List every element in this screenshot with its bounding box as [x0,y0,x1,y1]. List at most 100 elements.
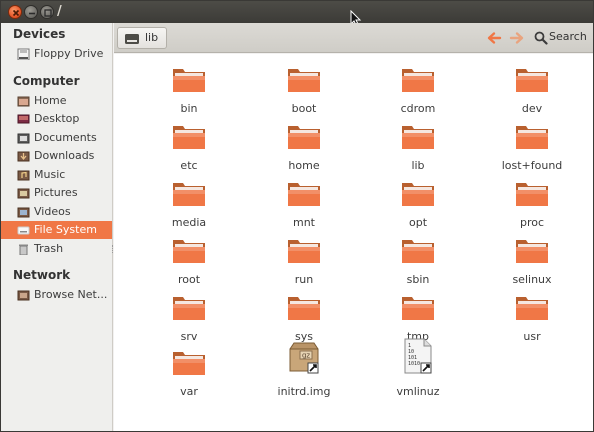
sidebar-item-desktop[interactable]: Desktop [1,110,112,128]
item-label: opt [408,216,428,229]
sidebar-item-documents[interactable]: Documents [1,129,112,147]
sidebar-item-label: Browse Net... [34,288,108,301]
close-icon [12,9,20,17]
downloads-icon [17,151,30,162]
folder-icon [139,345,239,377]
sidebar-item-label: Desktop [34,112,80,125]
item-label: media [171,216,207,229]
item-label: dev [521,102,543,115]
sidebar-item-label: Floppy Drive [34,47,104,60]
folder-icon [368,233,468,265]
search-icon [534,31,548,45]
folder-icon [482,233,582,265]
folder-icon [254,290,354,322]
item-label: var [180,385,198,398]
sidebar-item-trash[interactable]: Trash [1,240,112,258]
folder-item-lost-found[interactable]: lost+found [482,119,582,175]
folder-item-bin[interactable]: bin [139,62,239,118]
floppy-icon [17,48,30,60]
sidebar-item-label: Home [34,93,67,107]
item-label: lib [411,159,425,172]
folder-item-srv[interactable]: srv [139,290,239,346]
file-manager-window: / Devices Floppy Drive Computer Home Desktop… [0,0,594,432]
sidebar-item-downloads[interactable]: Downloads [1,147,112,165]
folder-icon [482,290,582,322]
minimize-icon [29,12,35,15]
folder-icon [482,119,582,151]
trash-icon [19,244,28,255]
binary-symlink-icon: 1 10 101 1010 [368,337,468,375]
folder-item-lib[interactable]: lib [368,119,468,175]
drive-icon [17,226,30,235]
file-item-initrd-img[interactable]: gz initrd.img [254,342,354,401]
sidebar-item-label: Trash [34,241,64,255]
back-arrow-icon[interactable] [486,30,502,46]
folder-item-home[interactable]: home [254,119,354,175]
folder-icon [482,62,582,94]
folder-item-boot[interactable]: boot [254,62,354,118]
sidebar-section-devices-heading: Devices [13,27,66,41]
folder-icon [254,62,354,94]
breadcrumb-lib-button[interactable]: lib [117,27,167,49]
sidebar-item-browse-net[interactable]: Browse Net... [1,286,112,304]
sidebar-item-floppy-drive[interactable]: Floppy Drive [1,45,112,63]
sidebar-item-label: Downloads [34,149,95,162]
folder-item-sbin[interactable]: sbin [368,233,468,289]
folder-icon [139,119,239,151]
title-bar[interactable]: / [1,1,593,23]
maximize-icon [44,9,52,17]
item-label: root [177,273,201,286]
close-window-button[interactable] [8,5,22,19]
folder-item-dev[interactable]: dev [482,62,582,118]
archive-symlink-icon: gz [254,339,354,375]
folder-item-sys[interactable]: sys [254,290,354,346]
folder-icon [368,119,468,151]
minimize-window-button[interactable] [24,5,38,19]
folder-item-selinux[interactable]: selinux [482,233,582,289]
sidebar-item-label: Music [34,167,66,181]
sidebar-item-label: Documents [34,130,97,144]
folder-icon [368,176,468,208]
item-label: srv [180,330,198,343]
documents-icon [17,133,30,143]
folder-item-usr[interactable]: usr [482,290,582,346]
folder-item-var[interactable]: var [139,345,239,401]
sidebar-item-label: Pictures [34,186,78,199]
desktop-icon [17,114,30,124]
folder-item-run[interactable]: run [254,233,354,289]
folder-item-cdrom[interactable]: cdrom [368,62,468,118]
sidebar-item-videos[interactable]: Videos [1,203,112,221]
sidebar-section-computer-heading: Computer [13,73,80,88]
item-label: initrd.img [277,385,331,398]
sidebar-item-music[interactable]: Music [1,166,112,184]
videos-icon [17,207,30,217]
sidebar-item-home[interactable]: Home [1,92,112,110]
folder-icon [139,176,239,208]
breadcrumb-label: lib [145,31,159,44]
maximize-window-button[interactable] [40,5,54,19]
folder-icon [254,119,354,151]
toolbar: lib Search [114,23,593,53]
folder-icon [368,290,468,322]
item-label: proc [519,216,545,229]
item-label: run [294,273,314,286]
home-folder-icon [17,96,30,106]
folder-item-mnt[interactable]: mnt [254,176,354,232]
item-label: bin [180,102,198,115]
search-button[interactable]: Search [532,29,590,47]
sidebar-item-file-system[interactable]: File System [1,221,112,239]
item-label: sbin [406,273,430,286]
forward-arrow-icon[interactable] [509,30,525,46]
folder-icon [254,233,354,265]
folder-item-proc[interactable]: proc [482,176,582,232]
file-item-vmlinuz[interactable]: 1 10 101 1010 vmlinuz [368,338,468,401]
folder-item-media[interactable]: media [139,176,239,232]
folder-item-opt[interactable]: opt [368,176,468,232]
folder-icon [139,62,239,94]
sidebar-item-pictures[interactable]: Pictures [1,184,112,202]
item-label: lost+found [501,159,563,172]
folder-item-root[interactable]: root [139,233,239,289]
window-title: / [57,4,62,19]
item-label: usr [523,330,541,343]
folder-item-etc[interactable]: etc [139,119,239,175]
